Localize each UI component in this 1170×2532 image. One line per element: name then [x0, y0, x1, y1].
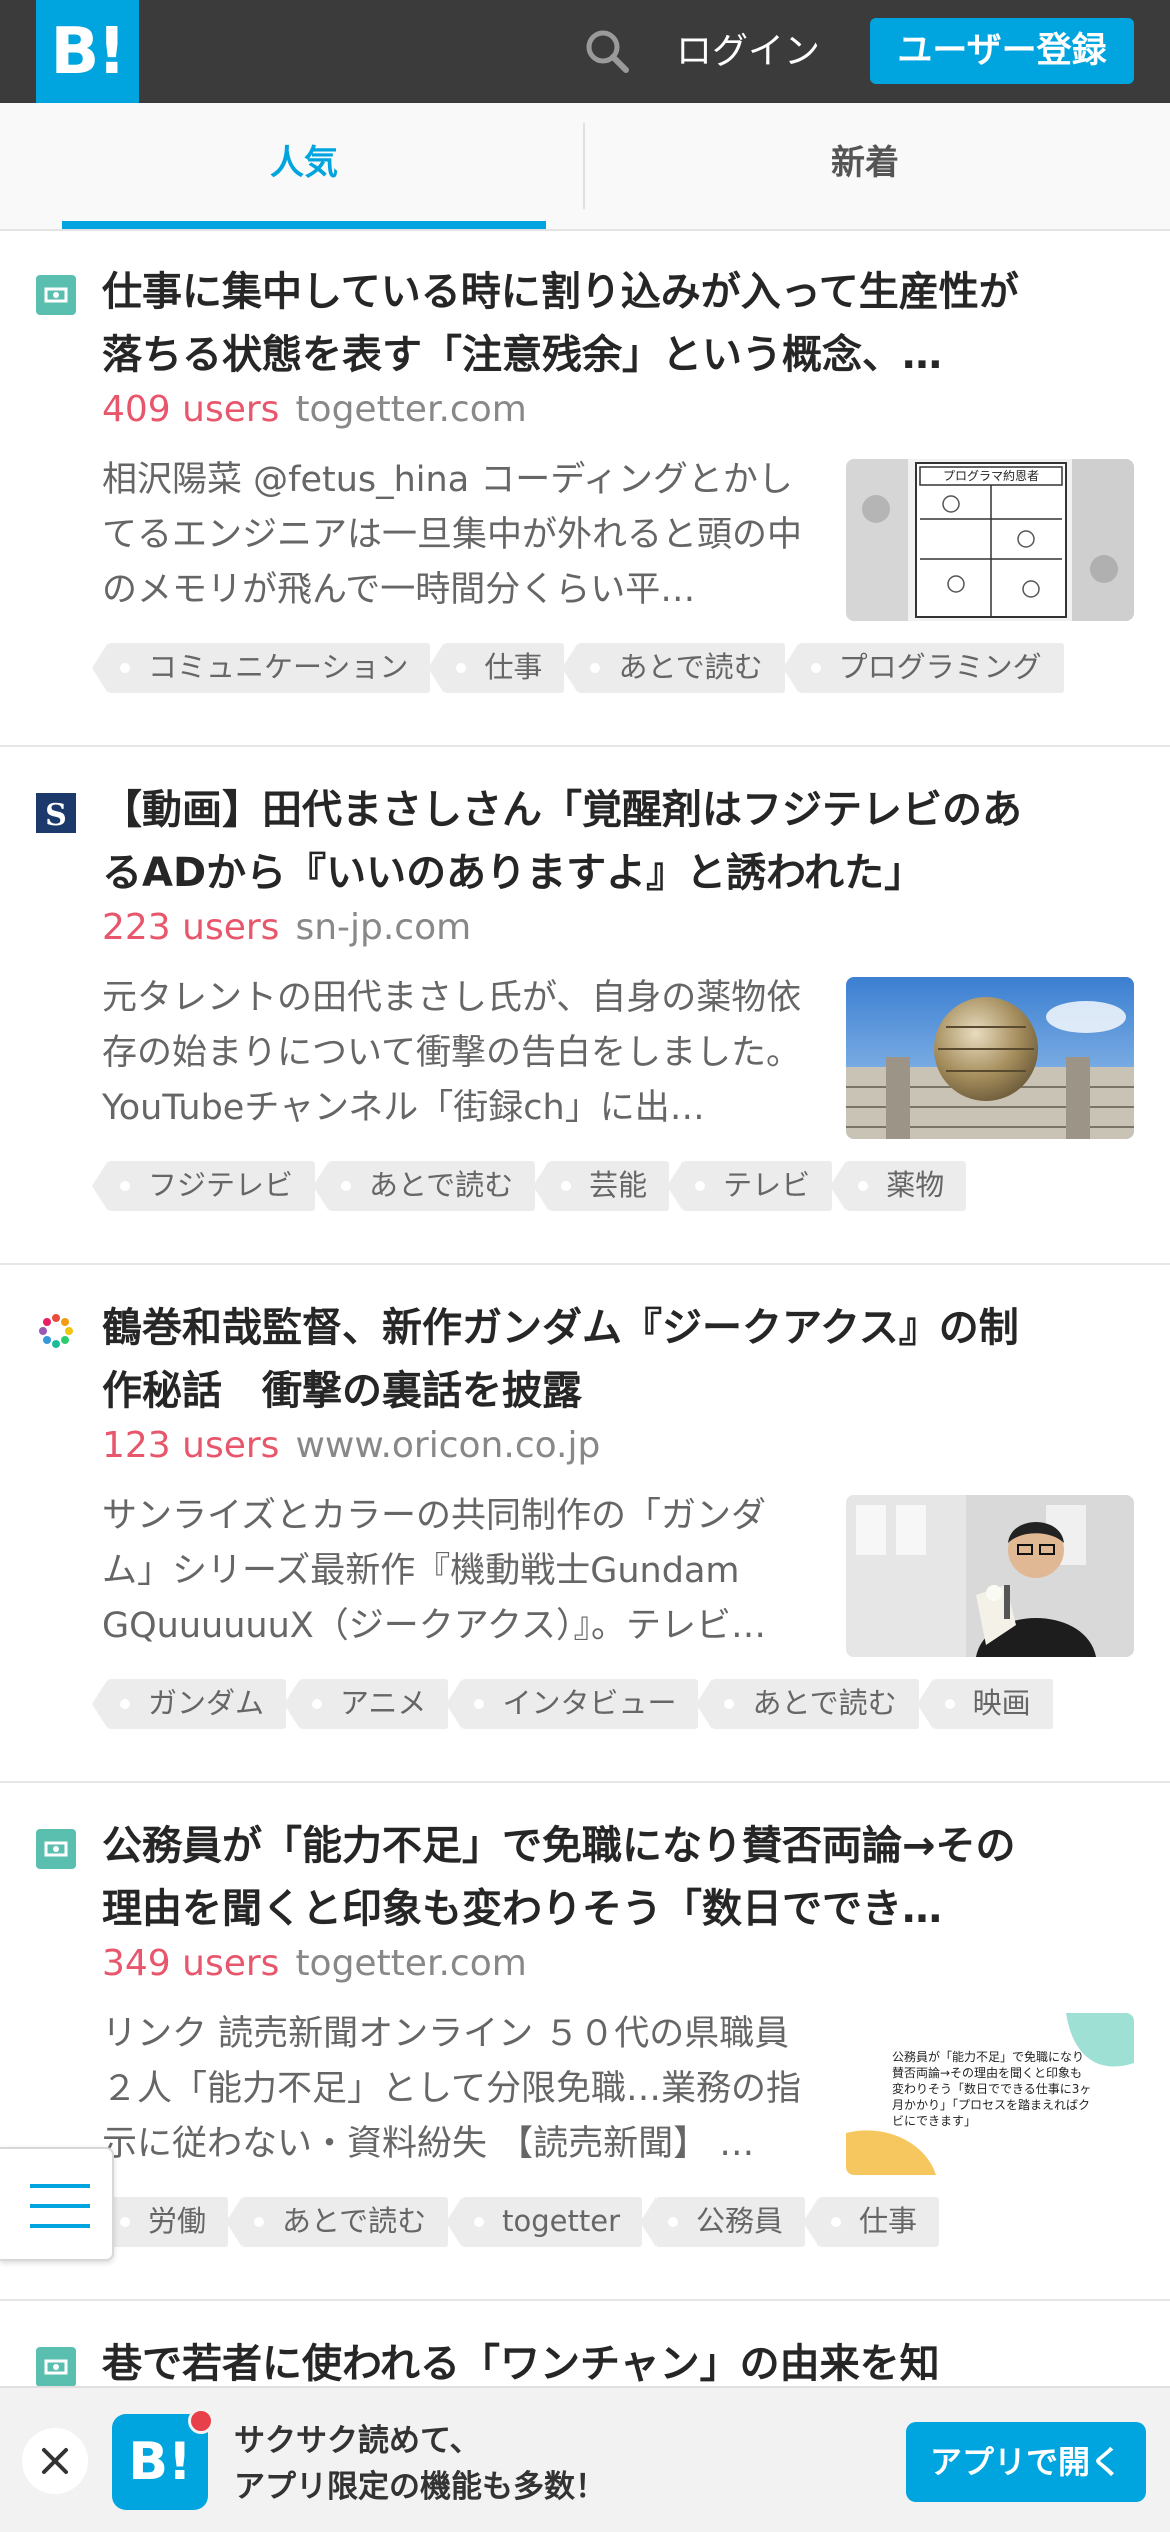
tag-item[interactable]: 映画 — [916, 1679, 1053, 1729]
tag-item[interactable]: アニメ — [283, 1679, 449, 1729]
tab-bar: 人気 新着 — [0, 103, 1170, 231]
tag-item[interactable]: コミュニケーション — [91, 643, 431, 693]
tag-item[interactable]: 公務員 — [640, 2197, 806, 2247]
togetter-icon — [36, 1829, 76, 1869]
entry-domain[interactable]: togetter.com — [295, 1943, 526, 1984]
tag-item[interactable]: togetter — [446, 2197, 643, 2247]
entry-description: 相沢陽菜 @fetus_hina コーディングとかしてるエンジニアは一旦集中が外… — [102, 460, 802, 610]
tag-list: 労働 あとで読む togetter 公務員 仕事 — [91, 2197, 940, 2247]
togetter-icon — [36, 2347, 76, 2387]
tab-new[interactable]: 新着 — [620, 103, 1110, 229]
tab-divider — [583, 123, 585, 209]
manga-programmer-thumbnail[interactable]: プログラマ約恩者 — [846, 459, 1134, 621]
entry-domain[interactable]: togetter.com — [295, 389, 526, 430]
entry-meta: 349 users togetter.com — [102, 1943, 527, 1993]
text-card-thumbnail[interactable]: 公務員が「能力不足」で免職になり賛否両論→その理由を聞くと印象も変わりそう「数日… — [846, 2013, 1134, 2175]
entry-description: 元タレントの田代まさし氏が、自身の薬物依存の始まりについて衝撃の告白をしました。… — [102, 978, 802, 1128]
bookmark-users-count[interactable]: 409 users — [102, 389, 279, 430]
register-button[interactable]: ユーザー登録 — [870, 18, 1134, 84]
tag-item[interactable]: 仕事 — [428, 643, 565, 693]
tag-item[interactable]: テレビ — [667, 1161, 833, 1211]
entry-title[interactable]: 【動画】田代まさしさん「覚醒剤はフジテレビのあるADから『いいのありますよ』と誘… — [102, 779, 1052, 905]
entry-description: リンク 読売新聞オンライン ５０代の県職員２人「能力不足」として分限免職…業務の… — [102, 2014, 801, 2164]
notification-badge — [188, 2408, 214, 2434]
banner-line-1: サクサク読めて、 — [234, 2423, 481, 2459]
bookmark-users-count[interactable]: 349 users — [102, 1943, 279, 1984]
entry-meta: 223 users sn-jp.com — [102, 907, 471, 957]
tab-popular[interactable]: 人気 — [62, 103, 546, 229]
entry-title[interactable]: 鶴巻和哉監督、新作ガンダム『ジークアクス』の制作秘話 衝撃の裏話を披露 — [102, 1297, 1052, 1423]
fuji-tv-building-thumbnail[interactable] — [846, 977, 1134, 1139]
entry-item[interactable]: 仕事に集中している時に割り込みが入って生産性が落ちる状態を表す「注意残余」という… — [0, 231, 1170, 747]
hamburger-menu-icon[interactable] — [0, 2147, 114, 2261]
oricon-icon — [39, 1314, 73, 1348]
entry-description: サンライズとカラーの共同制作の「ガンダム」シリーズ最新作『機動戦士Gundam … — [102, 1496, 766, 1646]
tag-item[interactable]: あとで読む — [562, 643, 785, 693]
tag-item[interactable]: 芸能 — [533, 1161, 670, 1211]
tag-item[interactable]: 薬物 — [830, 1161, 967, 1211]
tag-item[interactable]: ガンダム — [91, 1679, 287, 1729]
entry-title[interactable]: 仕事に集中している時に割り込みが入って生産性が落ちる状態を表す「注意残余」という… — [102, 261, 1052, 387]
tag-item[interactable]: あとで読む — [226, 2197, 449, 2247]
entry-meta: 409 users togetter.com — [102, 389, 527, 439]
svg-text:S: S — [45, 798, 67, 833]
top-header: B! ログイン ユーザー登録 — [0, 0, 1170, 103]
entry-item[interactable]: 鶴巻和哉監督、新作ガンダム『ジークアクス』の制作秘話 衝撃の裏話を披露 123 … — [0, 1267, 1170, 1783]
entry-domain[interactable]: sn-jp.com — [295, 907, 471, 948]
director-photo-thumbnail[interactable] — [846, 1495, 1134, 1657]
tag-item[interactable]: あとで読む — [313, 1161, 536, 1211]
bookmark-users-count[interactable]: 123 users — [102, 1425, 279, 1466]
app-promo-banner: B! サクサク読めて、 アプリ限定の機能も多数！ アプリで開く — [0, 2386, 1170, 2532]
open-in-app-button[interactable]: アプリで開く — [906, 2422, 1146, 2502]
entry-item[interactable]: S 【動画】田代まさしさん「覚醒剤はフジテレビのあるADから『いいのありますよ』… — [0, 749, 1170, 1265]
banner-message: サクサク読めて、 アプリ限定の機能も多数！ — [234, 2418, 606, 2510]
entry-item[interactable]: 公務員が「能力不足」で免職になり賛否両論→その理由を聞くと印象も変わりそう「数日… — [0, 1785, 1170, 2301]
tag-item[interactable]: プログラミング — [782, 643, 1064, 693]
close-icon[interactable] — [22, 2428, 88, 2494]
tag-item[interactable]: 仕事 — [803, 2197, 940, 2247]
hatena-bookmark-logo[interactable]: B! — [36, 0, 139, 103]
entry-title[interactable]: 公務員が「能力不足」で免職になり賛否両論→その理由を聞くと印象も変わりそう「数日… — [102, 1815, 1052, 1941]
tag-list: フジテレビ あとで読む 芸能 テレビ 薬物 — [91, 1161, 967, 1211]
search-icon[interactable] — [578, 22, 638, 82]
entry-meta: 123 users www.oricon.co.jp — [102, 1425, 600, 1475]
tag-list: ガンダム アニメ インタビュー あとで読む 映画 — [91, 1679, 1053, 1729]
tag-item[interactable]: インタビュー — [446, 1679, 699, 1729]
thumbnail-caption: 公務員が「能力不足」で免職になり賛否両論→その理由を聞くと印象も変わりそう「数日… — [892, 2050, 1092, 2128]
tag-item[interactable]: フジテレビ — [91, 1161, 316, 1211]
bookmark-users-count[interactable]: 223 users — [102, 907, 279, 948]
sn-jp-icon: S — [36, 793, 76, 833]
banner-line-2: アプリ限定の機能も多数！ — [234, 2469, 606, 2505]
entry-domain[interactable]: www.oricon.co.jp — [295, 1425, 600, 1466]
togetter-icon — [36, 275, 76, 315]
tag-item[interactable]: あとで読む — [696, 1679, 919, 1729]
thumbnail-caption: プログラマ約恩者 — [943, 468, 1039, 483]
tag-item[interactable]: 労働 — [91, 2197, 229, 2247]
tag-list: コミュニケーション 仕事 あとで読む プログラミング — [91, 643, 1064, 693]
login-button[interactable]: ログイン — [676, 22, 820, 82]
